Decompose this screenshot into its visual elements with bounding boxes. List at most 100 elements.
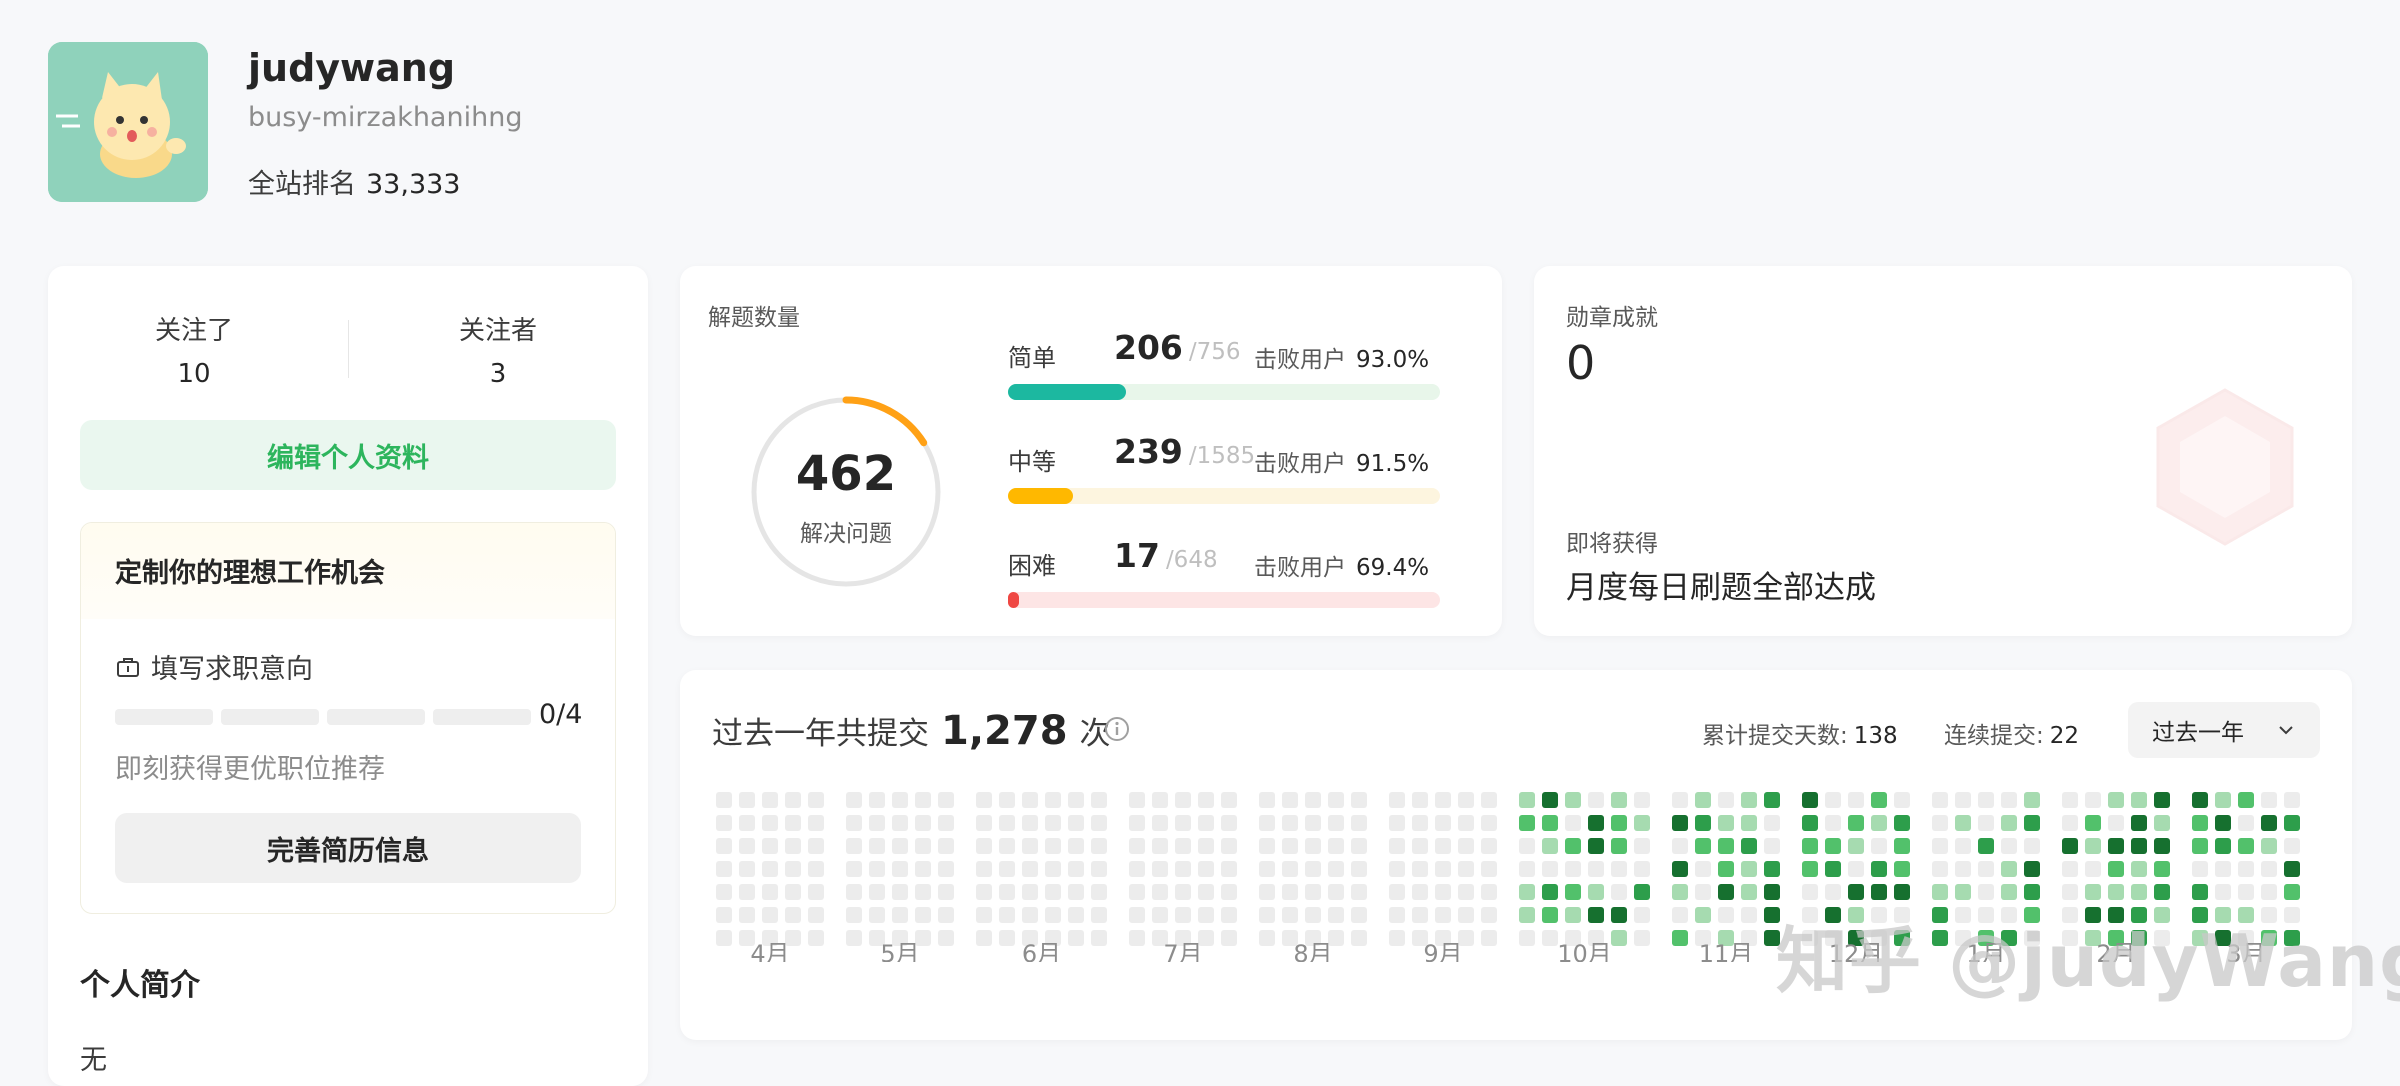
heatmap-day-cell[interactable] [2085,884,2101,900]
heatmap-day-cell[interactable] [1305,907,1321,923]
heatmap-day-cell[interactable] [1565,884,1581,900]
heatmap-day-cell[interactable] [1672,930,1688,946]
heatmap-day-cell[interactable] [1565,861,1581,877]
heatmap-day-cell[interactable] [2024,815,2040,831]
heatmap-day-cell[interactable] [1412,838,1428,854]
heatmap-day-cell[interactable] [1978,792,1994,808]
heatmap-day-cell[interactable] [716,884,732,900]
heatmap-day-cell[interactable] [1351,884,1367,900]
heatmap-day-cell[interactable] [739,792,755,808]
heatmap-day-cell[interactable] [739,838,755,854]
heatmap-day-cell[interactable] [2192,838,2208,854]
heatmap-day-cell[interactable] [1435,815,1451,831]
heatmap-day-cell[interactable] [1221,907,1237,923]
heatmap-day-cell[interactable] [999,792,1015,808]
heatmap-day-cell[interactable] [1848,815,1864,831]
heatmap-day-cell[interactable] [1955,815,1971,831]
heatmap-day-cell[interactable] [1825,861,1841,877]
heatmap-day-cell[interactable] [1672,838,1688,854]
heatmap-day-cell[interactable] [892,838,908,854]
heatmap-day-cell[interactable] [1282,792,1298,808]
heatmap-day-cell[interactable] [1435,861,1451,877]
heatmap-day-cell[interactable] [1221,815,1237,831]
heatmap-day-cell[interactable] [976,792,992,808]
heatmap-day-cell[interactable] [2131,861,2147,877]
heatmap-day-cell[interactable] [1741,907,1757,923]
heatmap-day-cell[interactable] [999,884,1015,900]
heatmap-day-cell[interactable] [2085,861,2101,877]
heatmap-day-cell[interactable] [1588,861,1604,877]
heatmap-day-cell[interactable] [716,861,732,877]
heatmap-day-cell[interactable] [1068,930,1084,946]
heatmap-day-cell[interactable] [2215,861,2231,877]
info-icon[interactable] [1104,716,1130,742]
heatmap-day-cell[interactable] [739,815,755,831]
heatmap-day-cell[interactable] [976,861,992,877]
heatmap-day-cell[interactable] [999,815,1015,831]
heatmap-day-cell[interactable] [2085,815,2101,831]
heatmap-day-cell[interactable] [1198,838,1214,854]
heatmap-day-cell[interactable] [2062,861,2078,877]
heatmap-day-cell[interactable] [2131,838,2147,854]
heatmap-day-cell[interactable] [1871,815,1887,831]
heatmap-day-cell[interactable] [2261,884,2277,900]
heatmap-day-cell[interactable] [2284,838,2300,854]
heatmap-day-cell[interactable] [1175,861,1191,877]
heatmap-day-cell[interactable] [1519,838,1535,854]
heatmap-day-cell[interactable] [1175,907,1191,923]
heatmap-day-cell[interactable] [1091,861,1107,877]
heatmap-day-cell[interactable] [1351,907,1367,923]
heatmap-day-cell[interactable] [1802,884,1818,900]
heatmap-day-cell[interactable] [1259,930,1275,946]
heatmap-day-cell[interactable] [1458,838,1474,854]
heatmap-day-cell[interactable] [1848,838,1864,854]
heatmap-day-cell[interactable] [1542,907,1558,923]
heatmap-day-cell[interactable] [2215,838,2231,854]
heatmap-day-cell[interactable] [1932,815,1948,831]
heatmap-day-cell[interactable] [1221,884,1237,900]
heatmap-day-cell[interactable] [1672,907,1688,923]
heatmap-day-cell[interactable] [1282,815,1298,831]
heatmap-day-cell[interactable] [2108,884,2124,900]
heatmap-day-cell[interactable] [1978,884,1994,900]
heatmap-day-cell[interactable] [785,884,801,900]
heatmap-day-cell[interactable] [1634,907,1650,923]
heatmap-day-cell[interactable] [785,792,801,808]
heatmap-day-cell[interactable] [976,838,992,854]
heatmap-day-cell[interactable] [1588,907,1604,923]
heatmap-day-cell[interactable] [1932,884,1948,900]
heatmap-day-cell[interactable] [976,884,992,900]
heatmap-day-cell[interactable] [1764,884,1780,900]
heatmap-day-cell[interactable] [869,861,885,877]
heatmap-day-cell[interactable] [1129,792,1145,808]
heatmap-day-cell[interactable] [1634,930,1650,946]
heatmap-day-cell[interactable] [2108,838,2124,854]
heatmap-day-cell[interactable] [1412,884,1428,900]
heatmap-day-cell[interactable] [1588,815,1604,831]
heatmap-day-cell[interactable] [1045,792,1061,808]
heatmap-day-cell[interactable] [1282,884,1298,900]
heatmap-day-cell[interactable] [1045,815,1061,831]
heatmap-day-cell[interactable] [2284,815,2300,831]
heatmap-day-cell[interactable] [785,861,801,877]
heatmap-day-cell[interactable] [1152,907,1168,923]
heatmap-day-cell[interactable] [1328,815,1344,831]
heatmap-day-cell[interactable] [1129,930,1145,946]
heatmap-day-cell[interactable] [2001,792,2017,808]
heatmap-day-cell[interactable] [915,907,931,923]
heatmap-day-cell[interactable] [2062,792,2078,808]
heatmap-day-cell[interactable] [1718,907,1734,923]
heatmap-day-cell[interactable] [938,930,954,946]
heatmap-day-cell[interactable] [1305,815,1321,831]
heatmap-day-cell[interactable] [846,907,862,923]
heatmap-day-cell[interactable] [892,884,908,900]
heatmap-day-cell[interactable] [716,907,732,923]
heatmap-day-cell[interactable] [1955,838,1971,854]
heatmap-day-cell[interactable] [2001,861,2017,877]
heatmap-day-cell[interactable] [2192,884,2208,900]
heatmap-day-cell[interactable] [1198,815,1214,831]
heatmap-day-cell[interactable] [1435,884,1451,900]
heatmap-day-cell[interactable] [1695,907,1711,923]
heatmap-day-cell[interactable] [2238,884,2254,900]
heatmap-day-cell[interactable] [2238,838,2254,854]
